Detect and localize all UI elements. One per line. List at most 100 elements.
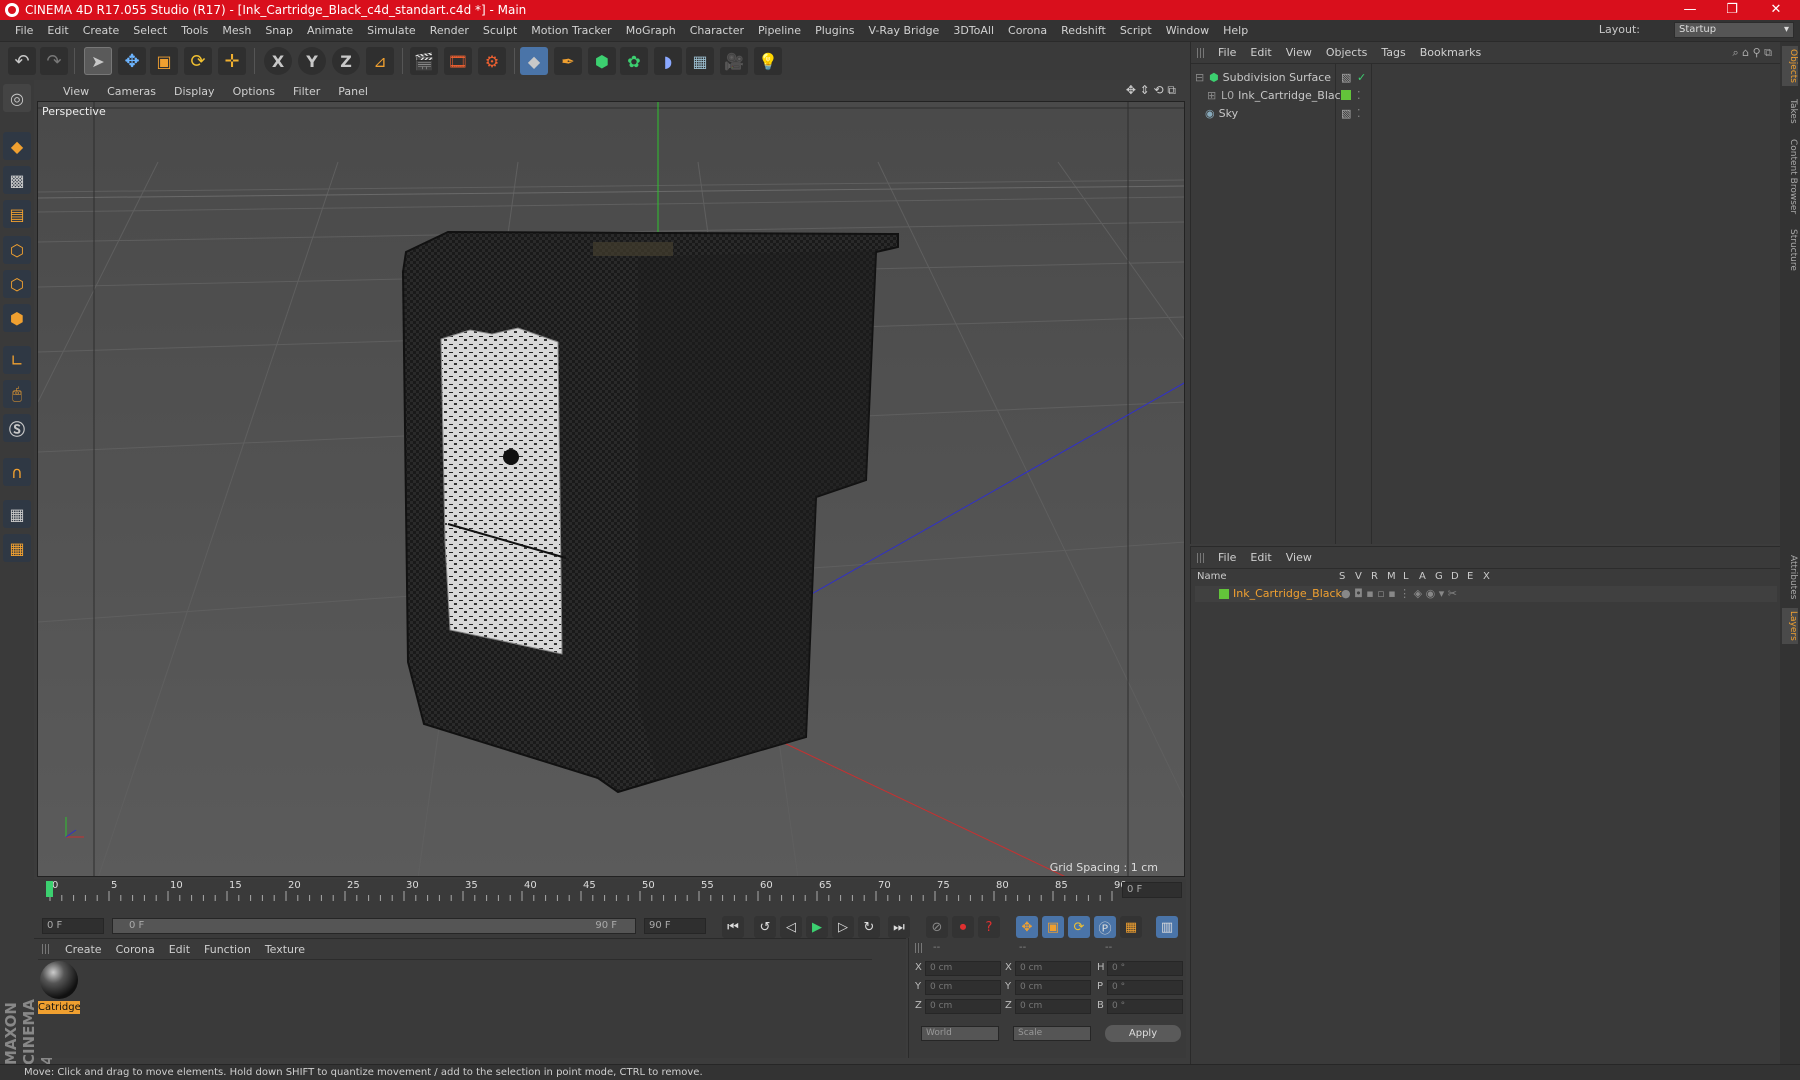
z-axis-lock-button[interactable]: Z — [332, 47, 360, 75]
viewport-menu-view[interactable]: View — [54, 85, 98, 98]
enable-axis-button[interactable]: ∟ — [3, 346, 31, 374]
menu-create[interactable]: Create — [76, 24, 127, 37]
planar-workplane-button[interactable]: ▦ — [3, 534, 31, 562]
menu-file[interactable]: File — [8, 24, 40, 37]
material-menu-edit[interactable]: Edit — [162, 943, 197, 956]
menu-tools[interactable]: Tools — [174, 24, 215, 37]
menu-redshift[interactable]: Redshift — [1054, 24, 1113, 37]
next-key-button[interactable]: ↻ — [858, 916, 880, 938]
material-menu-function[interactable]: Function — [197, 943, 258, 956]
minimize-button[interactable]: — — [1670, 0, 1710, 20]
material-menu-create[interactable]: Create — [58, 943, 109, 956]
object-menu-file[interactable]: File — [1211, 46, 1243, 59]
menu-sculpt[interactable]: Sculpt — [476, 24, 524, 37]
tab-content-browser[interactable]: Content Browser — [1782, 136, 1798, 217]
viewport-menu-panel[interactable]: Panel — [329, 85, 377, 98]
add-mograph-button[interactable]: ✿ — [620, 47, 648, 75]
apply-button[interactable]: Apply — [1105, 1025, 1181, 1042]
key-pla-button[interactable]: ▦ — [1120, 916, 1142, 938]
menu-vray-bridge[interactable]: V-Ray Bridge — [861, 24, 946, 37]
object-row-ink-cartridge-black[interactable]: ⊞ L0 Ink_Cartridge_Black ⁚ — [1195, 86, 1775, 104]
menu-corona[interactable]: Corona — [1001, 24, 1054, 37]
viewport-menu-options[interactable]: Options — [224, 85, 284, 98]
coord-pos-y-field[interactable]: 0 cm — [925, 980, 1001, 995]
menu-edit[interactable]: Edit — [40, 24, 75, 37]
add-camera-button[interactable]: 🎥 — [720, 47, 748, 75]
texture-mode-button[interactable]: ▩ — [3, 166, 31, 194]
add-subdivision-button[interactable]: ⬢ — [588, 47, 616, 75]
menu-script[interactable]: Script — [1113, 24, 1159, 37]
coordinate-system-button[interactable]: ⊿ — [366, 47, 394, 75]
tab-structure[interactable]: Structure — [1782, 226, 1798, 274]
points-mode-button[interactable]: ⬡ — [3, 236, 31, 264]
tab-objects[interactable]: Objects — [1782, 46, 1798, 87]
undo-button[interactable]: ↶ — [8, 47, 36, 75]
viewport-menu-filter[interactable]: Filter — [284, 85, 329, 98]
selection-tool-button[interactable]: ➤ — [84, 47, 112, 75]
add-cube-button[interactable]: ◆ — [520, 47, 548, 75]
coord-pos-z-field[interactable]: 0 cm — [925, 999, 1001, 1014]
menu-render[interactable]: Render — [423, 24, 476, 37]
key-position-button[interactable]: ✥ — [1016, 916, 1038, 938]
lock-workplane-button[interactable]: ▦ — [3, 500, 31, 528]
start-frame-field[interactable]: 0 F — [42, 918, 104, 934]
menu-plugins[interactable]: Plugins — [808, 24, 861, 37]
coord-rot-b-field[interactable]: 0 ° — [1107, 999, 1183, 1014]
visibility-dots-icon[interactable]: ⁚ — [1357, 107, 1361, 120]
rotate-tool-button[interactable]: ⟳ — [184, 47, 212, 75]
scale-tool-button[interactable]: ▣ — [150, 47, 178, 75]
visibility-dots-icon[interactable]: ⁚ — [1357, 89, 1361, 102]
next-frame-button[interactable]: ▷ — [832, 916, 854, 938]
key-parameter-button[interactable]: Ⓟ — [1094, 916, 1116, 938]
go-to-start-button[interactable]: ⏮ — [722, 916, 744, 938]
viewport-menu-display[interactable]: Display — [165, 85, 224, 98]
layer-color-swatch[interactable] — [1219, 589, 1229, 599]
menu-3dtoall[interactable]: 3DToAll — [946, 24, 1001, 37]
maximize-button[interactable]: ❐ — [1712, 0, 1752, 20]
record-active-button[interactable]: ⏺ — [952, 916, 974, 938]
timeline-ruler[interactable]: 0 5 10 15 20 25 30 35 40 45 50 55 60 65 70 75 80 85 90 0 F — [34, 879, 1186, 913]
coord-size-z-field[interactable]: 0 cm — [1015, 999, 1091, 1014]
layout-select[interactable]: Startup ▾ — [1674, 22, 1794, 38]
render-settings-button[interactable]: ⚙ — [478, 47, 506, 75]
menu-simulate[interactable]: Simulate — [360, 24, 423, 37]
layer-menu-edit[interactable]: Edit — [1243, 551, 1278, 564]
render-view-button[interactable]: 🎬 — [410, 47, 438, 75]
menu-animate[interactable]: Animate — [300, 24, 360, 37]
object-menu-tags[interactable]: Tags — [1374, 46, 1412, 59]
close-button[interactable]: ✕ — [1756, 0, 1796, 20]
move-tool-button[interactable]: ✥ — [118, 47, 146, 75]
coord-size-x-field[interactable]: 0 cm — [1015, 961, 1091, 976]
magnet-button[interactable]: ∩ — [3, 458, 31, 486]
redo-button[interactable]: ↷ — [40, 47, 68, 75]
play-button[interactable]: ▶ — [806, 916, 828, 938]
layer-row-ink-cartridge-black[interactable]: Ink_Cartridge_Black ● ◘ ▪ ▫ ▪ ⋮ ◈ ◉ ▾ ✂ — [1195, 586, 1777, 602]
layer-toggle-icons[interactable]: ● ◘ ▪ ▫ ▪ ⋮ ◈ ◉ ▾ ✂ — [1341, 587, 1457, 600]
previous-frame-button[interactable]: ◁ — [780, 916, 802, 938]
object-menu-view[interactable]: View — [1279, 46, 1319, 59]
viewport-menu-cameras[interactable]: Cameras — [98, 85, 165, 98]
workplane-mode-button[interactable]: ▤ — [3, 200, 31, 228]
polygons-mode-button[interactable]: ⬢ — [3, 304, 31, 332]
add-deformer-button[interactable]: ◗ — [654, 47, 682, 75]
layer-menu-file[interactable]: File — [1211, 551, 1243, 564]
layer-tag-icon[interactable]: ▧ — [1341, 107, 1351, 120]
object-menu-objects[interactable]: Objects — [1319, 46, 1375, 59]
live-selection-button[interactable]: ✛ — [218, 47, 246, 75]
menu-pipeline[interactable]: Pipeline — [751, 24, 808, 37]
end-frame-field[interactable]: 90 F — [644, 918, 706, 934]
coord-size-mode-select[interactable]: Scale — [1013, 1026, 1091, 1041]
material-swatch-catridge[interactable]: Catridge — [38, 959, 80, 1015]
make-editable-button[interactable]: ◎ — [3, 84, 31, 112]
auto-key-button[interactable]: ? — [978, 916, 1000, 938]
current-frame-field[interactable]: 0 F — [1122, 882, 1182, 898]
tab-takes[interactable]: Takes — [1782, 96, 1798, 127]
object-manager-search-icons[interactable]: ⌕ ⌂ ⚲ ⧉ — [1732, 46, 1772, 60]
menu-help[interactable]: Help — [1216, 24, 1255, 37]
material-menu-corona[interactable]: Corona — [109, 943, 162, 956]
object-menu-edit[interactable]: Edit — [1243, 46, 1278, 59]
playhead-marker[interactable] — [46, 881, 53, 897]
key-scale-button[interactable]: ▣ — [1042, 916, 1064, 938]
tab-attributes[interactable]: Attributes — [1782, 552, 1798, 602]
object-row-sky[interactable]: ◉ Sky ▧ ⁚ — [1195, 104, 1775, 122]
